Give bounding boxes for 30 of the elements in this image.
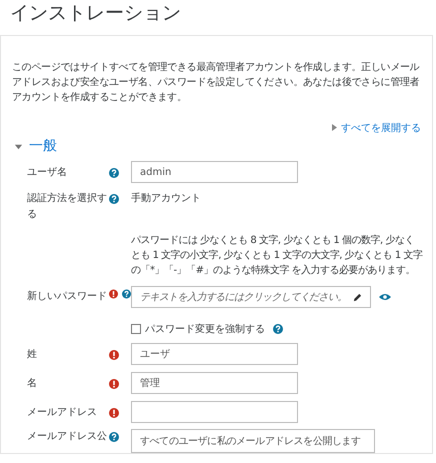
field-label: 名 [27,377,38,391]
field-label: メールアドレス [27,406,98,420]
text-field[interactable]: ユーザ [131,343,298,365]
help-icon[interactable] [273,324,283,334]
text-field[interactable]: 管理 [131,372,298,394]
static-value: 手動アカウント [131,192,201,206]
field-label: ユーザ名 [27,166,68,180]
triangle-icon [332,124,337,131]
select-dropdown[interactable]: すべてのユーザに私のメールアドレスを公開します [131,429,375,453]
text-field[interactable]: admin [131,161,298,183]
pencil-icon [352,292,362,302]
field-label: 新しいパスワード [27,290,108,304]
intro-text: このページではサイトすべてを管理できる最高管理者アカウントを作成します。正しいメールアドレスおよび安全なユーザ名、パスワードを設定してください。あなたは後でさらに管理者アカウントを作成することができます。 [12,60,420,105]
help-icon[interactable] [122,289,131,299]
help-icon[interactable] [109,194,119,204]
field-label: 認証方法を選択する [27,192,108,222]
help-icon[interactable] [109,168,119,178]
caret-icon[interactable] [14,142,23,150]
field-label: メールアドレス公 [27,430,108,444]
checkbox-label[interactable]: パスワード変更を強制する [145,322,265,336]
checkbox[interactable] [131,324,141,334]
password-rules-text: パスワードには 少なくとも 8 文字, 少なくとも 1 個の数字, 少なくとも 1 文字の小文字, 少なくとも 1 文字の大文字, 少なくとも 1 文字の「*」「-」「#」のような特殊文字 を入力する必要があります。 [131,234,423,278]
password-field[interactable]: テキストを入力するにはクリックしてください。 [131,286,371,308]
text-field[interactable] [131,401,298,423]
eye-icon[interactable] [378,293,391,301]
page-title: インストレーション [9,1,182,26]
help-icon[interactable] [109,432,119,442]
expand-all-link[interactable]: すべてを展開する [332,121,421,135]
section-title[interactable]: 一般 [29,137,57,155]
field-label: 姓 [27,348,38,362]
